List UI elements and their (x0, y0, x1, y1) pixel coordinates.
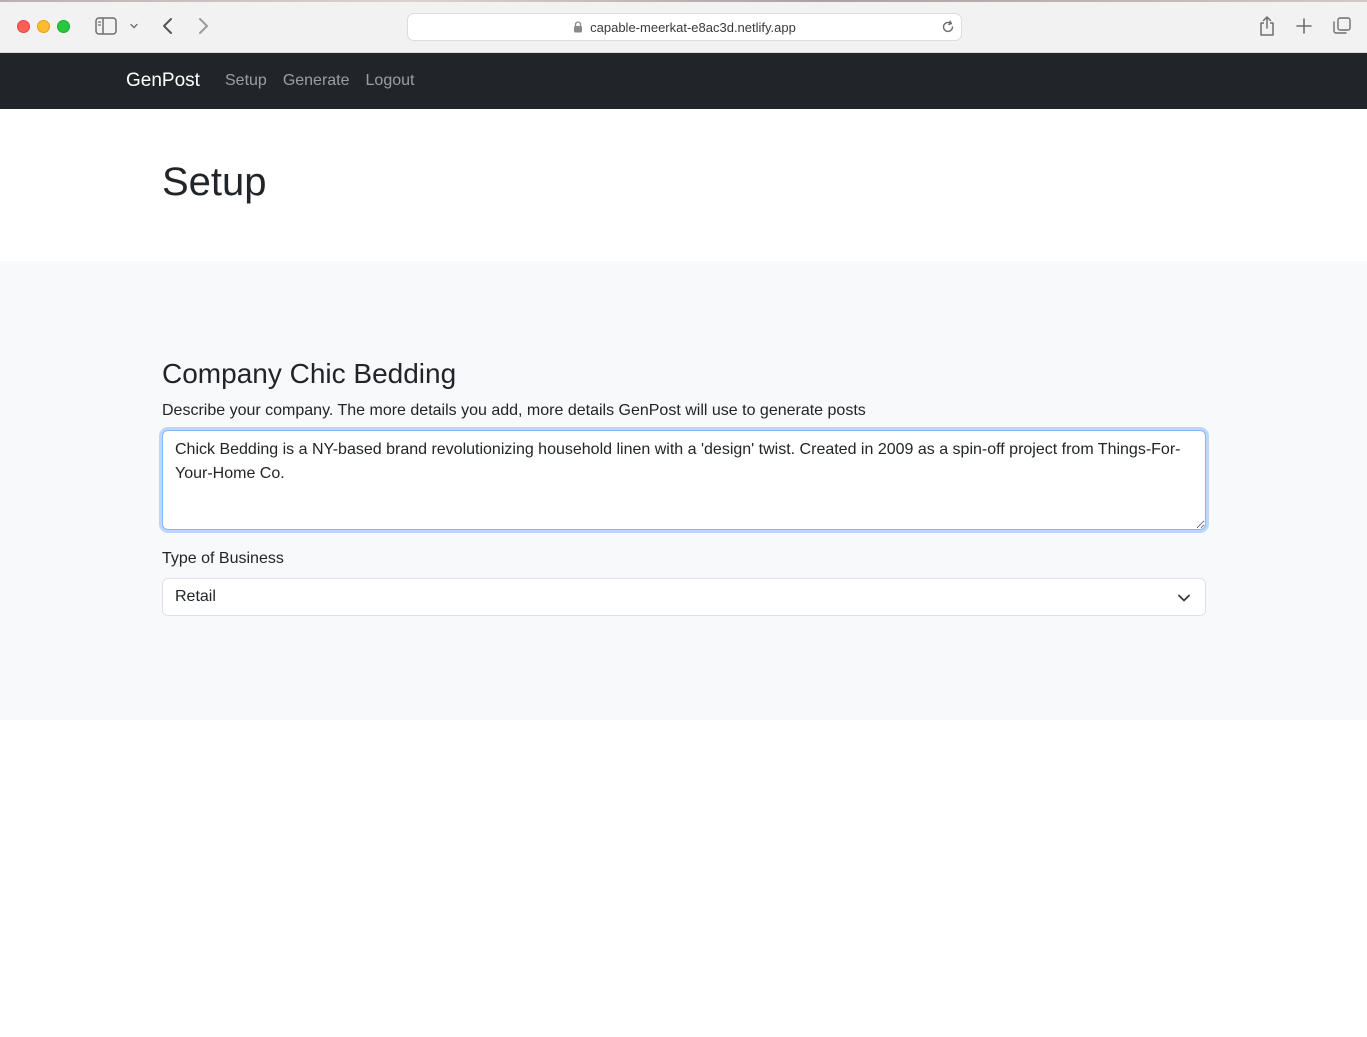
nav-links: Setup Generate Logout (225, 71, 430, 91)
page-header: Setup (0, 109, 1367, 261)
business-type-selected-value: Retail (175, 588, 216, 605)
business-type-select[interactable]: Retail (162, 578, 1206, 616)
close-window-button[interactable] (17, 20, 30, 33)
browser-toolbar: capable-meerkat-e8ac3d.netlify.app (0, 0, 1367, 53)
share-icon[interactable] (1257, 14, 1277, 38)
back-arrow-icon[interactable] (158, 15, 178, 37)
window-edge (0, 0, 1367, 2)
company-description-textarea[interactable]: Chick Bedding is a NY-based brand revolu… (162, 430, 1206, 530)
sidebar-toggle-icon[interactable] (94, 16, 118, 36)
nav-link-generate[interactable]: Generate (283, 71, 350, 91)
zoom-window-button[interactable] (57, 20, 70, 33)
company-heading: Company Chic Bedding (162, 358, 457, 389)
business-type-label: Type of Business (162, 550, 284, 567)
minimize-window-button[interactable] (37, 20, 50, 33)
setup-form-section: Company Chic Bedding Describe your compa… (0, 261, 1367, 720)
page-title: Setup (162, 160, 267, 204)
brand-logo[interactable]: GenPost (126, 69, 200, 93)
description-help-text: Describe your company. The more details … (162, 402, 866, 419)
address-bar[interactable]: capable-meerkat-e8ac3d.netlify.app (407, 13, 962, 41)
forward-arrow-icon[interactable] (193, 15, 213, 37)
tab-overview-icon[interactable] (1332, 16, 1352, 36)
top-navbar: GenPost Setup Generate Logout (0, 53, 1367, 109)
reload-icon[interactable] (941, 20, 955, 34)
lock-icon (573, 21, 583, 33)
nav-link-setup[interactable]: Setup (225, 71, 267, 91)
chevron-down-icon (1177, 591, 1191, 605)
chevron-down-icon[interactable] (128, 19, 140, 33)
url-text: capable-meerkat-e8ac3d.netlify.app (590, 19, 796, 35)
new-tab-icon[interactable] (1294, 16, 1314, 36)
nav-link-logout[interactable]: Logout (366, 71, 415, 91)
